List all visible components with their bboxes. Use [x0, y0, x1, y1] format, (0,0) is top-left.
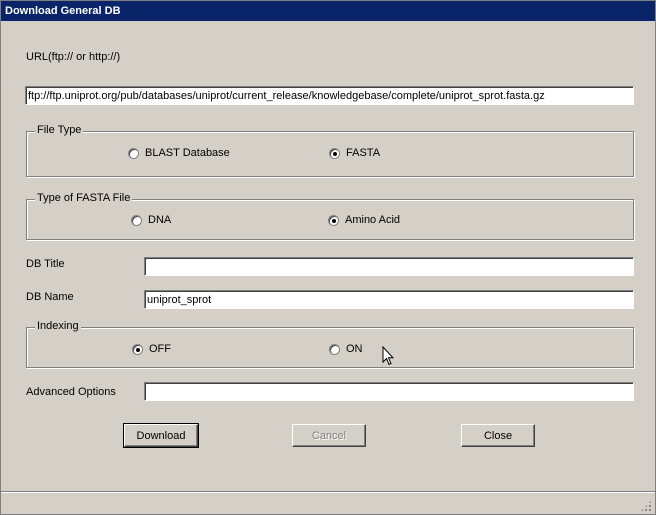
resize-grip-icon[interactable] [640, 500, 652, 512]
radio-indexing-on[interactable]: ON [329, 343, 363, 355]
radio-fasta-label: FASTA [346, 147, 381, 159]
url-label: URL(ftp:// or http://) [26, 51, 121, 63]
radio-checked-icon [132, 343, 143, 355]
status-bar [1, 491, 655, 515]
advanced-options-label: Advanced Options [26, 386, 116, 398]
db-title-input[interactable] [144, 257, 634, 276]
radio-unchecked-icon [329, 343, 340, 355]
radio-unchecked-icon [128, 147, 139, 159]
radio-indexing-off-label: OFF [149, 343, 171, 355]
db-name-label: DB Name [26, 291, 74, 303]
indexing-legend: Indexing [35, 320, 81, 332]
window-title: Download General DB [1, 1, 655, 21]
radio-amino-acid[interactable]: Amino Acid [328, 214, 400, 226]
radio-amino-acid-label: Amino Acid [345, 214, 401, 226]
db-title-label: DB Title [26, 258, 65, 270]
advanced-options-input[interactable] [144, 382, 634, 401]
fasta-type-legend: Type of FASTA File [35, 192, 133, 204]
radio-blast-database[interactable]: BLAST Database [128, 147, 230, 159]
radio-fasta[interactable]: FASTA [329, 147, 380, 159]
radio-unchecked-icon [131, 214, 142, 226]
radio-dna-label: DNA [148, 214, 172, 226]
download-general-db-dialog: Download General DB URL(ftp:// or http:/… [0, 0, 656, 515]
cancel-button[interactable]: Cancel [292, 424, 366, 447]
radio-blast-database-label: BLAST Database [145, 147, 230, 159]
close-button[interactable]: Close [461, 424, 535, 447]
radio-checked-icon [328, 214, 339, 226]
radio-checked-icon [329, 147, 340, 159]
radio-indexing-off[interactable]: OFF [132, 343, 171, 355]
url-input[interactable] [25, 86, 634, 105]
radio-indexing-on-label: ON [346, 343, 363, 355]
download-button[interactable]: Download [123, 423, 199, 448]
radio-dna[interactable]: DNA [131, 214, 171, 226]
file-type-legend: File Type [35, 124, 84, 136]
db-name-input[interactable] [144, 290, 634, 309]
arrow-cursor-icon [382, 346, 394, 366]
